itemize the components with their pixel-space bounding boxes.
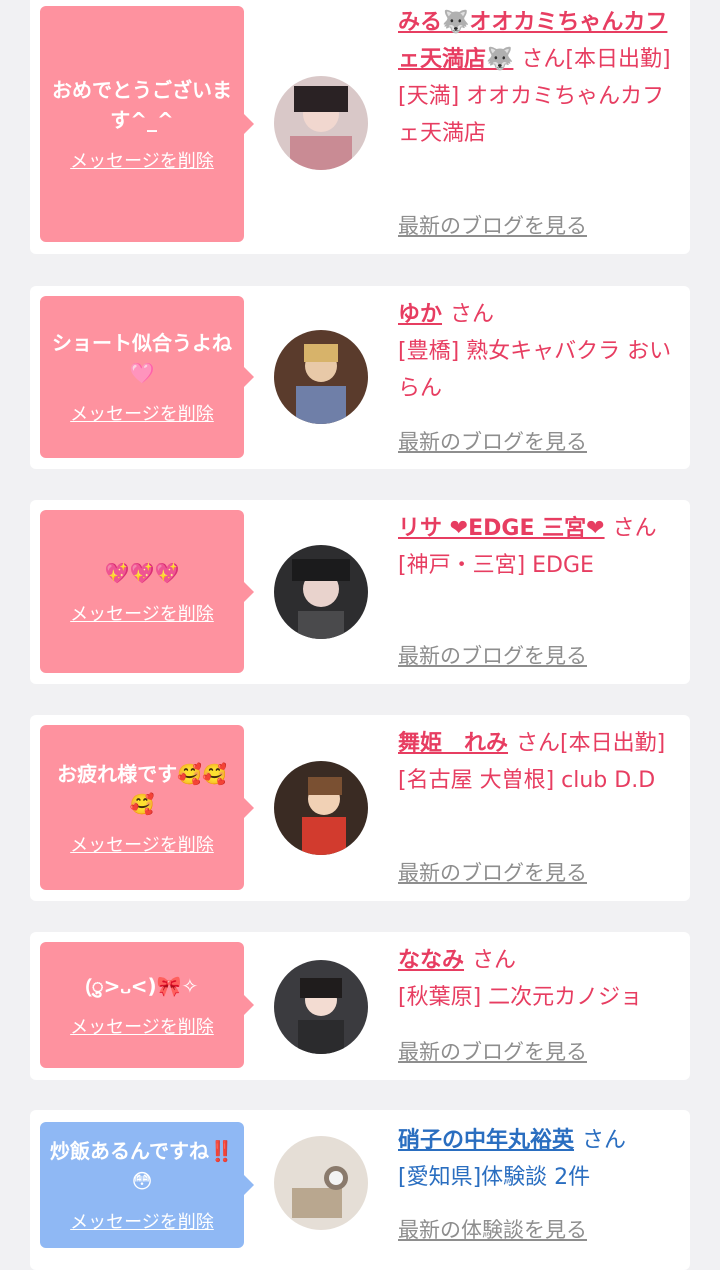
message-bubble: お疲れ様です🥰🥰🥰 メッセージを削除 <box>40 725 254 890</box>
cast-name-link[interactable]: ゆか <box>398 302 442 327</box>
message-card: お疲れ様です🥰🥰🥰 メッセージを削除 舞姫 れみ さん[本日出勤] [名古屋 大曽… <box>30 715 690 901</box>
message-bubble: 炒飯あるんですね‼️😳 メッセージを削除 <box>40 1122 254 1248</box>
delete-message-link[interactable]: メッセージを削除 <box>70 147 214 173</box>
message-card: 💖💖💖 メッセージを削除 リサ ❤EDGE 三宮❤ さん [神戸・三宮] EDGE… <box>30 500 690 684</box>
message-text: ショート似合うよね🩷 <box>52 331 232 385</box>
shop-text: [名古屋 大曽根] club D.D <box>398 768 656 793</box>
status-text: [本日出勤] <box>565 47 671 72</box>
delete-message-link[interactable]: メッセージを削除 <box>70 1208 214 1234</box>
latest-blog-link[interactable]: 最新のブログを見る <box>398 210 587 240</box>
shop-text: [豊橋] 熟女キャバクラ おいらん <box>398 339 672 401</box>
honorific: さん <box>472 948 517 973</box>
shop-text: [天満] オオカミちゃんカフェ天満店 <box>398 84 665 146</box>
profile-info: リサ ❤EDGE 三宮❤ さん [神戸・三宮] EDGE <box>398 510 678 584</box>
delete-message-link[interactable]: メッセージを削除 <box>70 831 214 857</box>
avatar[interactable] <box>274 1136 368 1230</box>
honorific: さん <box>612 516 657 541</box>
latest-review-link[interactable]: 最新の体験談を見る <box>398 1214 587 1244</box>
latest-blog-link[interactable]: 最新のブログを見る <box>398 1036 587 1066</box>
message-bubble: 💖💖💖 メッセージを削除 <box>40 510 254 673</box>
honorific: さん <box>516 731 561 756</box>
honorific: さん <box>450 302 495 327</box>
avatar[interactable] <box>274 330 368 424</box>
message-bubble: おめでとうございます^_^ メッセージを削除 <box>40 6 254 242</box>
status-text: [本日出勤] <box>560 731 666 756</box>
avatar[interactable] <box>274 76 368 170</box>
delete-message-link[interactable]: メッセージを削除 <box>70 600 214 626</box>
message-text: (ु>᎑<)🎀✧ <box>85 974 199 998</box>
delete-message-link[interactable]: メッセージを削除 <box>70 1013 214 1039</box>
cast-name-link[interactable]: 舞姫 れみ <box>398 731 508 756</box>
honorific: さん <box>521 47 566 72</box>
profile-info: 舞姫 れみ さん[本日出勤] [名古屋 大曽根] club D.D <box>398 725 678 799</box>
message-text: 炒飯あるんですね‼️😳 <box>50 1139 234 1193</box>
message-card: おめでとうございます^_^ メッセージを削除 みる🐺オオカミちゃんカフェ天満店🐺… <box>30 0 690 254</box>
delete-message-link[interactable]: メッセージを削除 <box>70 400 214 426</box>
shop-text: [秋葉原] 二次元カノジョ <box>398 985 643 1010</box>
cast-name-link[interactable]: ななみ <box>398 948 464 973</box>
reviewer-name-link[interactable]: 硝子の中年丸裕英 <box>398 1128 574 1153</box>
shop-text: [神戸・三宮] EDGE <box>398 553 594 578</box>
latest-blog-link[interactable]: 最新のブログを見る <box>398 640 587 670</box>
message-bubble: ショート似合うよね🩷 メッセージを削除 <box>40 296 254 458</box>
message-text: お疲れ様です🥰🥰🥰 <box>57 761 227 816</box>
message-card: 炒飯あるんですね‼️😳 メッセージを削除 硝子の中年丸裕英 さん [愛知県]体験談… <box>30 1110 690 1270</box>
profile-info: ゆか さん [豊橋] 熟女キャバクラ おいらん <box>398 296 678 407</box>
avatar[interactable] <box>274 960 368 1054</box>
message-text: 💖💖💖 <box>104 560 180 585</box>
profile-info: みる🐺オオカミちゃんカフェ天満店🐺 さん[本日出勤] [天満] オオカミちゃんカフ… <box>398 4 678 152</box>
message-text: おめでとうございます^_^ <box>52 78 232 132</box>
honorific: さん <box>582 1128 627 1153</box>
latest-blog-link[interactable]: 最新のブログを見る <box>398 426 587 456</box>
message-card: (ु>᎑<)🎀✧ メッセージを削除 ななみ さん [秋葉原] 二次元カノジョ 最新… <box>30 932 690 1080</box>
review-count-text: [愛知県]体験談 2件 <box>398 1165 591 1190</box>
avatar[interactable] <box>274 761 368 855</box>
avatar[interactable] <box>274 545 368 639</box>
message-bubble: (ु>᎑<)🎀✧ メッセージを削除 <box>40 942 254 1068</box>
latest-blog-link[interactable]: 最新のブログを見る <box>398 857 587 887</box>
message-card: ショート似合うよね🩷 メッセージを削除 ゆか さん [豊橋] 熟女キャバクラ おい… <box>30 286 690 469</box>
cast-name-link[interactable]: リサ ❤EDGE 三宮❤ <box>398 516 605 541</box>
profile-info: ななみ さん [秋葉原] 二次元カノジョ <box>398 942 678 1016</box>
profile-info: 硝子の中年丸裕英 さん [愛知県]体験談 2件 <box>398 1122 678 1196</box>
